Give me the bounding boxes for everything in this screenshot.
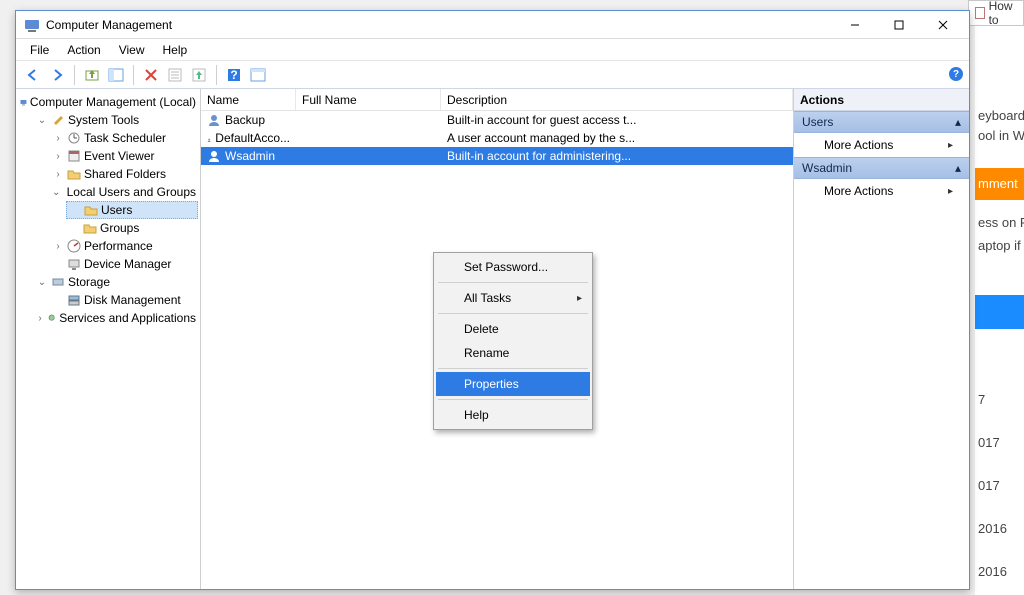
actions-group-wsadmin[interactable]: Wsadmin ▴ [794,157,969,179]
submenu-arrow-icon: ▸ [948,186,953,197]
services-icon [47,311,56,325]
menu-bar: File Action View Help [16,39,969,61]
submenu-arrow-icon: ▸ [577,293,582,304]
window-title: Computer Management [46,18,833,32]
context-menu: Set Password... All Tasks▸ Delete Rename… [433,252,593,430]
users-list: Name Full Name Description Backup Built-i… [201,89,794,589]
tree-local-users-groups[interactable]: ⌄Local Users and Groups [50,183,198,201]
tree-root[interactable]: Computer Management (Local) [18,93,198,111]
toolbar: ? ? [16,61,969,89]
ctx-help[interactable]: Help [436,403,590,427]
browser-tab-label: How to [989,0,1017,27]
ctx-all-tasks[interactable]: All Tasks▸ [436,286,590,310]
title-bar[interactable]: Computer Management [16,11,969,39]
computer-management-window: Computer Management File Action View Hel… [15,10,970,590]
event-icon [67,149,81,163]
collapse-icon[interactable]: ⌄ [36,276,48,288]
user-name: DefaultAcco... [215,131,290,145]
user-description: Built-in account for guest access t... [447,113,636,127]
tree-shared-folders[interactable]: ›Shared Folders [50,165,198,183]
tree-disk-management[interactable]: Disk Management [50,291,198,309]
actions-pane: Actions Users ▴ More Actions▸ Wsadmin ▴ … [794,89,969,589]
toolbar-properties[interactable] [164,64,186,86]
tree-performance[interactable]: ›Performance [50,237,198,255]
browser-tab-behind: How to [968,0,1024,26]
col-description[interactable]: Description [441,89,793,110]
ctx-properties[interactable]: Properties [436,372,590,396]
disk-icon [67,293,81,307]
collapse-arrow-icon: ▴ [955,115,961,129]
collapse-icon[interactable]: ⌄ [36,114,48,126]
help-orb-icon[interactable]: ? [949,67,963,81]
menu-help[interactable]: Help [155,41,196,59]
app-icon [24,17,40,33]
col-full-name[interactable]: Full Name [296,89,441,110]
device-icon [67,257,81,271]
computer-icon [20,95,27,109]
tree-services-apps[interactable]: ›Services and Applications [34,309,198,327]
user-description: A user account managed by the s... [447,131,635,145]
actions-more-wsadmin[interactable]: More Actions▸ [794,179,969,203]
toolbar-refresh-view[interactable] [247,64,269,86]
clock-icon [67,131,81,145]
collapse-arrow-icon: ▴ [955,161,961,175]
collapse-icon[interactable]: ⌄ [52,186,60,198]
expand-icon[interactable]: › [52,168,64,180]
tree-device-manager[interactable]: Device Manager [50,255,198,273]
toolbar-export[interactable] [188,64,210,86]
console-tree[interactable]: Computer Management (Local) ⌄ System Too… [16,89,201,589]
menu-action[interactable]: Action [59,41,108,59]
ctx-rename[interactable]: Rename [436,341,590,365]
tree-task-scheduler[interactable]: ›Task Scheduler [50,129,198,147]
minimize-button[interactable] [833,13,877,37]
submenu-arrow-icon: ▸ [948,140,953,151]
toolbar-delete[interactable] [140,64,162,86]
expand-icon[interactable]: › [52,150,64,162]
tools-icon [51,113,65,127]
tree-event-viewer[interactable]: ›Event Viewer [50,147,198,165]
actions-title: Actions [794,89,969,111]
folder-icon [83,221,97,235]
expand-icon[interactable]: › [52,132,64,144]
ctx-delete[interactable]: Delete [436,317,590,341]
actions-group-users[interactable]: Users ▴ [794,111,969,133]
ctx-set-password[interactable]: Set Password... [436,255,590,279]
toolbar-back[interactable] [22,64,44,86]
menu-view[interactable]: View [111,41,153,59]
tree-system-tools[interactable]: ⌄ System Tools [34,111,198,129]
toolbar-forward[interactable] [46,64,68,86]
list-header: Name Full Name Description [201,89,793,111]
user-description: Built-in account for administering... [447,149,631,163]
expand-icon[interactable]: › [52,240,64,252]
tree-users[interactable]: Users [66,201,198,219]
performance-icon [67,239,81,253]
storage-icon [51,275,65,289]
expand-icon[interactable]: › [36,312,44,324]
user-row[interactable]: Wsadmin Built-in account for administerin… [201,147,793,165]
tree-groups[interactable]: Groups [66,219,198,237]
close-button[interactable] [921,13,965,37]
toolbar-show-hide-tree[interactable] [105,64,127,86]
user-name: Backup [225,113,265,127]
menu-file[interactable]: File [22,41,57,59]
folder-share-icon [67,167,81,181]
user-name: Wsadmin [225,149,275,163]
user-icon [207,113,221,127]
maximize-button[interactable] [877,13,921,37]
tree-storage[interactable]: ⌄Storage [34,273,198,291]
toolbar-help[interactable]: ? [223,64,245,86]
user-icon [207,149,221,163]
col-name[interactable]: Name [201,89,296,110]
svg-text:?: ? [230,68,237,82]
folder-icon [84,203,98,217]
toolbar-up[interactable] [81,64,103,86]
actions-more-users[interactable]: More Actions▸ [794,133,969,157]
user-row[interactable]: Backup Built-in account for guest access … [201,111,793,129]
user-row[interactable]: DefaultAcco... A user account managed by … [201,129,793,147]
user-icon [207,131,211,145]
